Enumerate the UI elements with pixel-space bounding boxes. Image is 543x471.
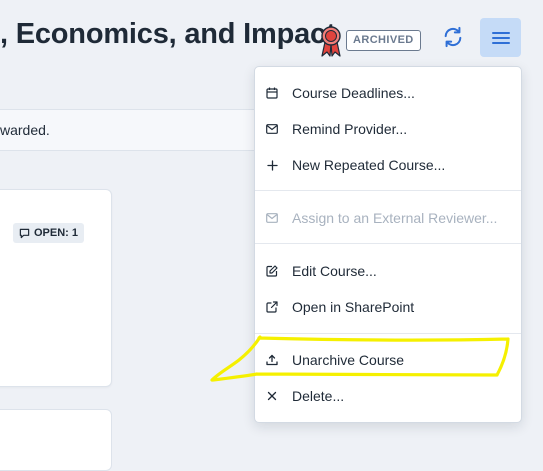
upload-icon xyxy=(266,354,278,366)
menu-item-open-in-sharepoint[interactable]: Open in SharePoint xyxy=(255,290,521,324)
envelope-icon xyxy=(266,212,278,224)
envelope-icon xyxy=(266,123,278,135)
menu-item-label: Unarchive Course xyxy=(292,352,405,368)
refresh-button[interactable] xyxy=(438,20,468,54)
menu-item-remind-provider[interactable]: Remind Provider... xyxy=(255,112,521,146)
menu-item-new-repeated-course[interactable]: New Repeated Course... xyxy=(255,148,521,182)
open-count-badge[interactable]: OPEN: 1 xyxy=(13,223,85,243)
external-link-icon xyxy=(266,301,278,313)
page-title: , Economics, and Impact xyxy=(0,18,336,50)
menu-button[interactable] xyxy=(480,18,521,57)
calendar-icon xyxy=(266,87,278,99)
close-icon xyxy=(266,390,278,402)
menu-item-label: Course Deadlines... xyxy=(292,85,415,101)
comment-icon xyxy=(19,228,30,238)
menu-item-label: Edit Course... xyxy=(292,263,377,279)
menu-divider xyxy=(255,190,521,191)
open-count-label: OPEN: 1 xyxy=(34,227,79,239)
menu-item-label: Remind Provider... xyxy=(292,121,408,137)
menu-divider xyxy=(255,243,521,244)
edit-icon xyxy=(266,265,278,277)
menu-item-label: Delete... xyxy=(292,388,345,404)
award-ribbon-icon xyxy=(321,26,341,57)
menu-item-unarchive-course[interactable]: Unarchive Course xyxy=(255,343,521,377)
plus-icon xyxy=(266,159,278,171)
course-card[interactable] xyxy=(0,189,112,387)
menu-item-label: Open in SharePoint xyxy=(292,299,415,315)
menu-item-edit-course[interactable]: Edit Course... xyxy=(255,254,521,288)
menu-item-delete[interactable]: Delete... xyxy=(255,379,521,413)
status-badge: ARCHIVED xyxy=(346,30,421,51)
actions-dropdown-menu: Course Deadlines... Remind Provider... N… xyxy=(254,66,522,423)
menu-divider xyxy=(255,333,521,334)
menu-item-course-deadlines[interactable]: Course Deadlines... xyxy=(255,76,521,110)
menu-item-assign-external-reviewer: Assign to an External Reviewer... xyxy=(255,201,521,235)
menu-item-label: Assign to an External Reviewer... xyxy=(292,210,498,226)
refresh-icon xyxy=(444,26,462,48)
hamburger-menu-icon xyxy=(491,31,510,44)
course-card[interactable] xyxy=(0,409,112,471)
menu-item-label: New Repeated Course... xyxy=(292,157,446,173)
notice-text: warded. xyxy=(0,122,50,138)
